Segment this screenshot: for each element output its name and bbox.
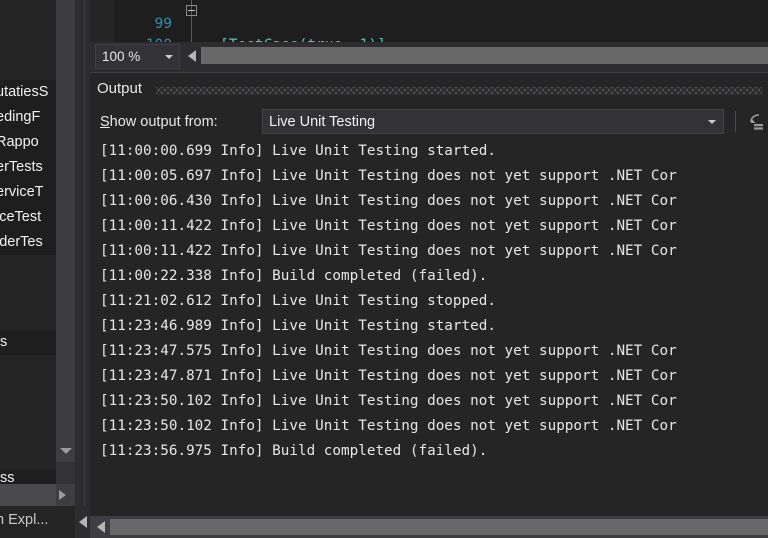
- output-source-dropdown[interactable]: Live Unit Testing: [262, 109, 724, 134]
- editor-bottom-bar: 100 %: [90, 42, 768, 72]
- log-line: [11:23:47.871 Info] Live Unit Testing do…: [100, 368, 677, 384]
- zoom-level-value: 100 %: [102, 49, 141, 64]
- list-item[interactable]: erviceT: [0, 180, 56, 205]
- tree-item-label: ts: [0, 334, 8, 350]
- scroll-down-button[interactable]: [56, 440, 75, 462]
- log-line: [11:00:11.422 Info] Live Unit Testing do…: [100, 243, 677, 259]
- clear-all-icon[interactable]: [745, 111, 767, 133]
- editor-horizontal-scrollbar[interactable]: [185, 45, 768, 67]
- solution-explorer-vertical-scrollbar[interactable]: [56, 0, 75, 484]
- panel-splitter[interactable]: [75, 0, 90, 538]
- list-item[interactable]: erTests: [0, 155, 56, 180]
- output-log[interactable]: [11:00:00.699 Info] Live Unit Testing st…: [92, 139, 766, 517]
- chevron-right-icon: [58, 490, 66, 500]
- list-item[interactable]: lderTes: [0, 230, 56, 255]
- list-item-partial[interactable]: ss: [0, 470, 56, 484]
- tree-item-label: erTests: [0, 159, 43, 175]
- log-line: [11:00:05.697 Info] Live Unit Testing do…: [100, 168, 677, 184]
- list-item[interactable]: utatiesS: [0, 80, 56, 105]
- drag-grip[interactable]: [156, 87, 762, 95]
- log-line: [11:23:50.102 Info] Live Unit Testing do…: [100, 393, 677, 409]
- page-title: Output: [97, 80, 143, 97]
- scrollbar-thumb[interactable]: [56, 0, 75, 440]
- line-number: 100: [114, 35, 172, 42]
- tree-item-label: ss: [0, 470, 15, 484]
- log-line: [11:00:11.422 Info] Live Unit Testing do…: [100, 218, 677, 234]
- tabstrip-scroll-left-button[interactable]: [75, 506, 90, 538]
- scrollbar-thumb[interactable]: [201, 47, 768, 64]
- log-line: [11:00:22.338 Info] Build completed (fai…: [100, 268, 488, 284]
- toolbar-separator: [735, 111, 736, 132]
- tree-item-label: edingF: [0, 109, 41, 125]
- output-horizontal-scrollbar[interactable]: [90, 516, 768, 538]
- log-line: [11:23:46.989 Info] Live Unit Testing st…: [100, 318, 496, 334]
- show-output-from-label: Show output from:: [100, 114, 218, 130]
- list-item[interactable]: ts: [0, 330, 56, 355]
- output-window-header: Output: [90, 73, 768, 105]
- chevron-left-icon: [188, 50, 196, 62]
- tree-item-label: Rappo: [0, 134, 39, 150]
- log-line: [11:21:02.612 Info] Live Unit Testing st…: [100, 293, 496, 309]
- chevron-left-icon: [78, 516, 87, 528]
- chevron-left-icon: [97, 521, 105, 533]
- chevron-down-icon: [59, 448, 72, 454]
- solution-explorer-tree[interactable]: utatiesS edingF Rappo erTests erviceT ic…: [0, 0, 56, 484]
- scroll-left-button[interactable]: [185, 45, 199, 67]
- code-editor[interactable]: 99 [TestCase(true, 1)] 100 public void G…: [90, 0, 768, 42]
- log-line: [11:23:50.102 Info] Live Unit Testing do…: [100, 418, 677, 434]
- visual-studio-window: utatiesS edingF Rappo erTests erviceT ic…: [0, 0, 768, 538]
- log-line: [11:23:56.975 Info] Build completed (fai…: [100, 443, 488, 459]
- tree-empty-top: [0, 0, 56, 80]
- log-line: [11:23:47.575 Info] Live Unit Testing do…: [100, 343, 677, 359]
- show-output-from-text: how output from:: [109, 114, 218, 130]
- code-line: 100 public void Get_FiltersOnWerkgever(b…: [90, 14, 768, 42]
- list-item[interactable]: edingF: [0, 105, 56, 130]
- output-source-value: Live Unit Testing: [269, 113, 376, 130]
- output-window: Output Show output from: Live Unit Testi…: [90, 72, 768, 538]
- scroll-right-button[interactable]: [52, 484, 72, 506]
- collapse-region-icon[interactable]: [186, 5, 197, 16]
- zoom-level-dropdown[interactable]: 100 %: [95, 44, 180, 69]
- code-line-text: [TestCase(true, 1)]: [220, 35, 386, 42]
- scrollbar-thumb[interactable]: [0, 484, 56, 506]
- list-item[interactable]: Rappo: [0, 130, 56, 155]
- tree-item-label: utatiesS: [0, 84, 49, 100]
- output-toolbar: Show output from: Live Unit Testing: [90, 105, 768, 139]
- tree-item-label: lderTes: [0, 234, 43, 250]
- splitter-line: [84, 0, 85, 538]
- list-item[interactable]: iceTest: [0, 205, 56, 230]
- tree-item-label: erviceT: [0, 184, 44, 200]
- scrollbar-thumb[interactable]: [110, 519, 768, 535]
- scrollbar-corner: [56, 462, 75, 484]
- scroll-left-button[interactable]: [94, 516, 108, 538]
- tab-solution-explorer[interactable]: m Expl...: [0, 512, 48, 528]
- solution-explorer-horizontal-scrollbar[interactable]: [0, 484, 75, 506]
- tree-item-label: iceTest: [0, 209, 42, 225]
- chevron-down-icon[interactable]: [701, 119, 723, 124]
- chevron-down-icon[interactable]: [159, 54, 179, 59]
- log-line: [11:00:06.430 Info] Live Unit Testing do…: [100, 193, 677, 209]
- log-line: [11:00:00.699 Info] Live Unit Testing st…: [100, 143, 496, 159]
- accesskey-char: S: [100, 114, 110, 130]
